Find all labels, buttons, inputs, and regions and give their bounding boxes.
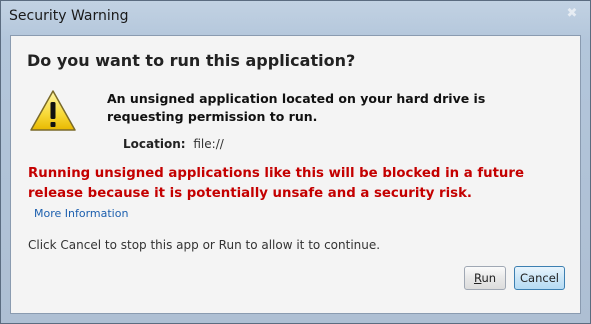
security-risk-warning: Running unsigned applications like this … bbox=[28, 166, 524, 201]
warning-icon bbox=[30, 90, 76, 131]
dialog-content: Do you want to run this application? An … bbox=[10, 35, 581, 314]
security-warning-window: Security Warning ✖ Do you want to run th… bbox=[0, 0, 591, 324]
request-message: An unsigned application located on your … bbox=[107, 91, 486, 124]
location-label: Location: bbox=[123, 137, 186, 151]
location-row: Location: file:// bbox=[123, 137, 224, 151]
run-button[interactable]: Run bbox=[464, 266, 506, 290]
location-value: file:// bbox=[193, 137, 224, 151]
window-title: Security Warning bbox=[9, 8, 129, 24]
instructions-text: Click Cancel to stop this app or Run to … bbox=[28, 238, 381, 252]
close-icon[interactable]: ✖ bbox=[564, 6, 580, 22]
run-label-rest: un bbox=[481, 271, 497, 285]
dialog-heading: Do you want to run this application? bbox=[27, 51, 356, 70]
cancel-button[interactable]: Cancel bbox=[514, 266, 565, 290]
more-information-link[interactable]: More Information bbox=[34, 207, 128, 220]
title-bar[interactable]: Security Warning ✖ bbox=[1, 1, 590, 35]
